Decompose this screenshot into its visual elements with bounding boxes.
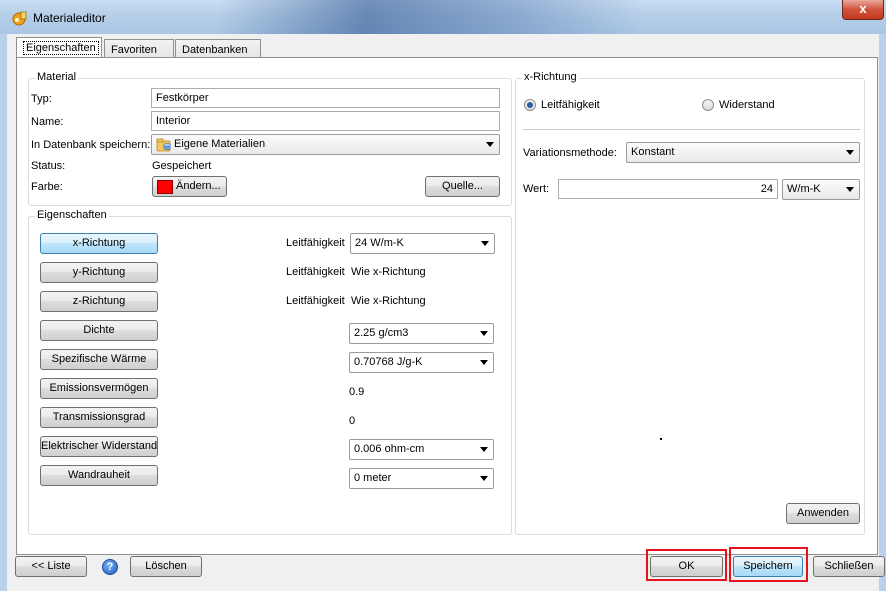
material-group-title: Material [35,71,79,83]
typ-field[interactable]: Festkörper [151,88,500,108]
property-value-select[interactable]: 24 W/m-K [350,233,495,254]
db-label: In Datenbank speichern: [31,139,151,151]
quelle-button[interactable]: Quelle... [425,176,500,197]
property-value: 0.9 [349,386,365,398]
window-frame-left [0,34,7,591]
unit-select-value: W/m-K [787,183,821,195]
chevron-down-icon [481,241,489,246]
loeschen-button[interactable]: Löschen [130,556,202,577]
chevron-down-icon [480,331,488,336]
name-label: Name: [31,116,64,128]
property-value-select[interactable]: 2.25 g/cm3 [349,323,494,344]
property-button[interactable]: x-Richtung [40,233,158,254]
property-button[interactable]: Elektrischer Widerstand [40,436,158,457]
property-prefix-label: Leitfähigkeit [286,266,345,278]
stray-dot [660,438,662,440]
chevron-down-icon [480,476,488,481]
property-value: Wie x-Richtung [351,266,426,278]
property-prefix-label: Leitfähigkeit [286,295,345,307]
help-icon[interactable]: ? [102,559,118,575]
color-change-label: Ändern... [176,180,221,192]
chevron-down-icon [486,142,494,147]
property-value-select[interactable]: 0.006 ohm-cm [349,439,494,460]
liste-button[interactable]: << Liste [15,556,87,577]
property-value: Wie x-Richtung [351,295,426,307]
chevron-down-icon [846,187,854,192]
property-button[interactable]: Transmissionsgrad [40,407,158,428]
title-bar: Materialeditor x [0,0,886,34]
wert-label: Wert: [523,183,550,195]
typ-label: Typ: [31,93,52,105]
property-value: 2.25 g/cm3 [354,327,409,339]
variation-label: Variationsmethode: [523,147,617,159]
chevron-down-icon [480,447,488,452]
widerstand-radio[interactable] [702,99,714,111]
chevron-down-icon [480,360,488,365]
property-value-select[interactable]: 0.70768 J/g-K [349,352,494,373]
color-swatch [157,180,173,194]
window-title: Materialeditor [33,11,106,25]
property-button[interactable]: y-Richtung [40,262,158,283]
speichern-button[interactable]: Speichern [733,556,803,577]
property-value-select[interactable]: 0 meter [349,468,494,489]
divider [523,129,860,130]
farbe-label: Farbe: [31,181,63,193]
property-button[interactable]: Wandrauheit [40,465,158,486]
richtung-group-title: x-Richtung [522,71,579,83]
close-window-button[interactable]: x [842,0,884,20]
unit-select[interactable]: W/m-K [782,179,860,200]
leitfaehigkeit-radio-label[interactable]: Leitfähigkeit [541,99,600,111]
db-select[interactable]: Eigene Materialien [151,134,500,155]
wert-input[interactable]: 24 [558,179,778,199]
leitfaehigkeit-radio[interactable] [524,99,536,111]
chevron-down-icon [846,150,854,155]
property-value: 0.70768 J/g-K [354,356,423,368]
variation-select-value: Konstant [631,146,675,158]
property-button[interactable]: Dichte [40,320,158,341]
db-select-value: Eigene Materialien [174,138,266,150]
schliessen-button[interactable]: Schließen [813,556,885,577]
property-button[interactable]: Emissionsvermögen [40,378,158,399]
anwenden-button[interactable]: Anwenden [786,503,860,524]
color-change-button[interactable]: Ändern... [152,176,227,197]
title-bar-glass [220,0,640,34]
widerstand-radio-label[interactable]: Widerstand [719,99,775,111]
material-editor-icon [12,11,27,26]
property-button[interactable]: z-Richtung [40,291,158,312]
name-field[interactable]: Interior [151,111,500,131]
database-folder-icon [156,138,171,152]
property-value: 24 W/m-K [355,237,404,249]
status-value: Gespeichert [152,160,212,172]
eigenschaften-group-title: Eigenschaften [35,209,109,221]
variation-select[interactable]: Konstant [626,142,860,163]
dialog-client-area: Eigenschaften Favoriten Datenbanken Mate… [7,34,885,591]
tab-page-eigenschaften: Material Typ: Festkörper Name: Interior … [16,57,878,555]
status-label: Status: [31,160,66,172]
property-value: 0 meter [354,472,392,484]
property-button[interactable]: Spezifische Wärme [40,349,158,370]
property-value: 0 [349,415,356,427]
ok-button[interactable]: OK [650,556,723,577]
property-prefix-label: Leitfähigkeit [286,237,345,249]
property-value: 0.006 ohm-cm [354,443,425,455]
window-frame-right [879,34,886,591]
